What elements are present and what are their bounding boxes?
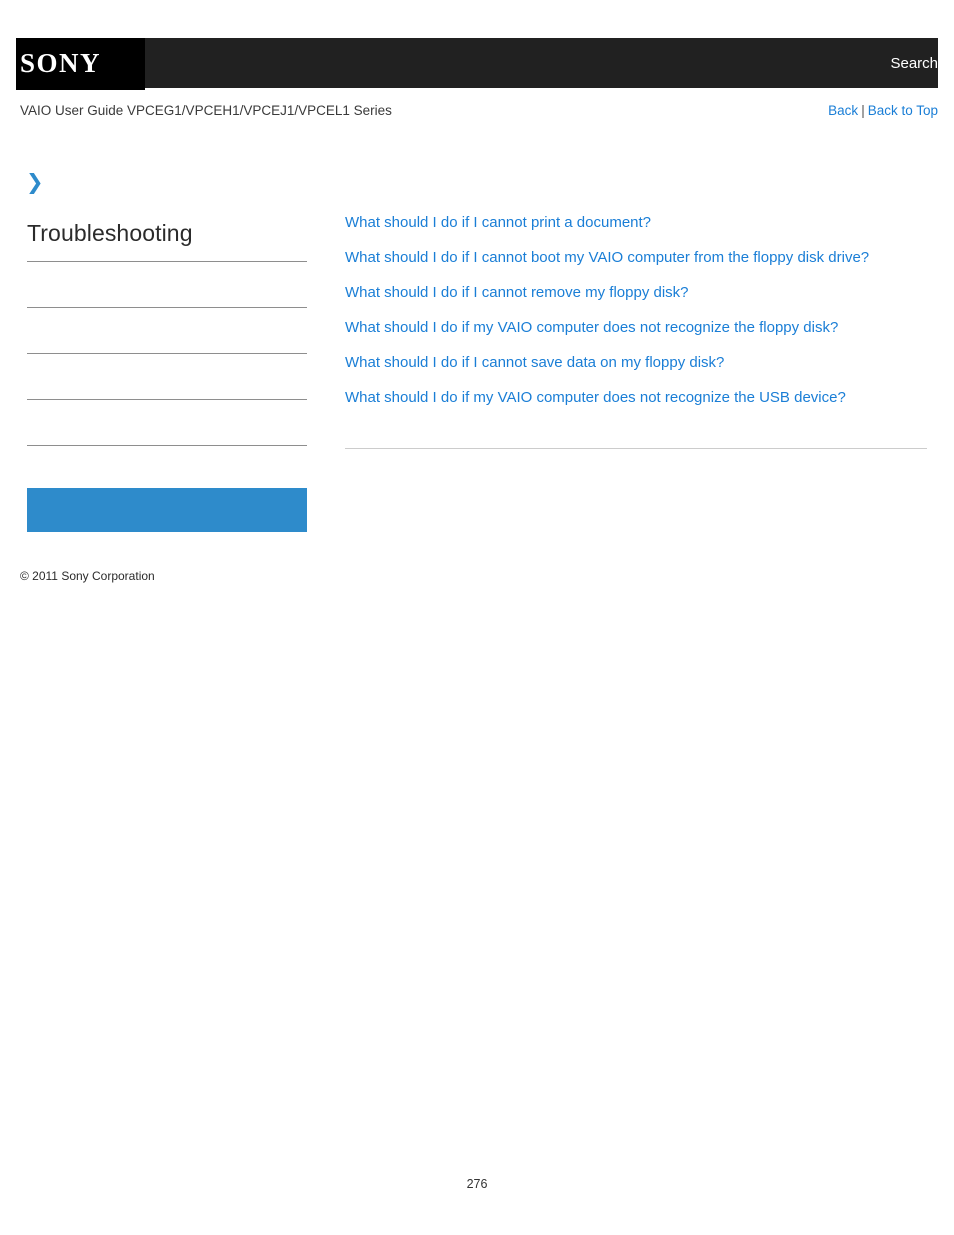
content-link-list: What should I do if I cannot print a doc… <box>345 212 928 408</box>
chevron-right-icon[interactable]: ❯ <box>26 172 44 193</box>
sidebar-item-3[interactable] <box>27 354 307 399</box>
nav-separator: | <box>861 103 865 118</box>
list-item[interactable]: What should I do if my VAIO computer doe… <box>345 387 928 408</box>
sidebar-item-4[interactable] <box>27 400 307 445</box>
sidebar-highlight-block[interactable] <box>27 488 307 532</box>
back-to-top-link[interactable]: Back to Top <box>868 103 938 118</box>
sidebar-item-2[interactable] <box>27 308 307 353</box>
list-item[interactable]: What should I do if I cannot print a doc… <box>345 212 928 233</box>
list-item[interactable]: What should I do if my VAIO computer doe… <box>345 317 928 338</box>
sidebar-item-1[interactable] <box>27 262 307 307</box>
back-link[interactable]: Back <box>828 103 858 118</box>
list-item[interactable]: What should I do if I cannot boot my VAI… <box>345 247 928 268</box>
list-item[interactable]: What should I do if I cannot remove my f… <box>345 282 928 303</box>
content-divider <box>345 448 927 449</box>
site-header-bar <box>16 38 938 88</box>
sony-logo[interactable]: SONY <box>20 50 101 77</box>
sidebar-divider <box>27 445 307 446</box>
page-title: VAIO User Guide VPCEG1/VPCEH1/VPCEJ1/VPC… <box>20 103 392 118</box>
sidebar-section-title: Troubleshooting <box>27 220 193 246</box>
copyright-notice: © 2011 Sony Corporation <box>20 569 155 583</box>
list-item[interactable]: What should I do if I cannot save data o… <box>345 352 928 373</box>
search-button[interactable]: Search <box>890 55 938 72</box>
subheader: VAIO User Guide VPCEG1/VPCEH1/VPCEJ1/VPC… <box>0 103 954 123</box>
page-number: 276 <box>466 1177 488 1191</box>
header-nav-links: Back | Back to Top <box>828 103 938 118</box>
